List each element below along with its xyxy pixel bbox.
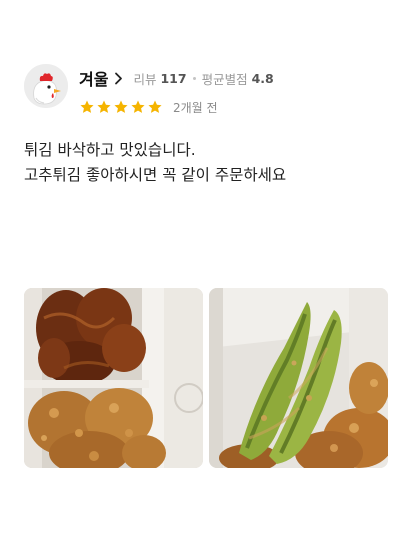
star-rating: [79, 99, 163, 115]
review-body: 튀김 바삭하고 맛있습니다. 고추튀김 좋아하시면 꼭 같이 주문하세요: [24, 138, 376, 188]
user-stats: 리뷰 117 평균별점 4.8: [133, 69, 273, 88]
star-icon: [130, 99, 146, 115]
review-text-line: 튀김 바삭하고 맛있습니다.: [24, 141, 196, 159]
review-date: 2개월 전: [173, 100, 218, 115]
user-info-row: 겨울 리뷰 117 평균별점 4.8: [79, 67, 274, 89]
average-rating-value: 4.8: [251, 70, 274, 86]
review-photos: [24, 288, 388, 468]
review-text-line: 고추튀김 좋아하시면 꼭 같이 주문하세요: [24, 166, 287, 184]
average-rating-label: 평균별점: [201, 71, 248, 87]
star-icon: [96, 99, 112, 115]
rating-row: 2개월 전: [79, 98, 218, 116]
review-count-label: 리뷰: [133, 71, 157, 87]
star-icon: [113, 99, 129, 115]
fried-pepper-photo[interactable]: [209, 288, 388, 468]
review-count: 117: [160, 70, 187, 86]
star-icon: [147, 99, 163, 115]
fried-chicken-glazed-photo[interactable]: [24, 288, 203, 468]
star-icon: [79, 99, 95, 115]
review-card: 겨울 리뷰 117 평균별점 4.8 2개월 전 튀김 바삭하고 맛있습니다. …: [0, 0, 400, 553]
user-nickname[interactable]: 겨울: [79, 66, 108, 90]
review-header: 겨울 리뷰 117 평균별점 4.8 2개월 전: [24, 64, 376, 120]
chevron-right-icon[interactable]: [114, 72, 123, 85]
separator-dot: [192, 76, 196, 80]
chicken-avatar-icon[interactable]: [24, 64, 68, 108]
